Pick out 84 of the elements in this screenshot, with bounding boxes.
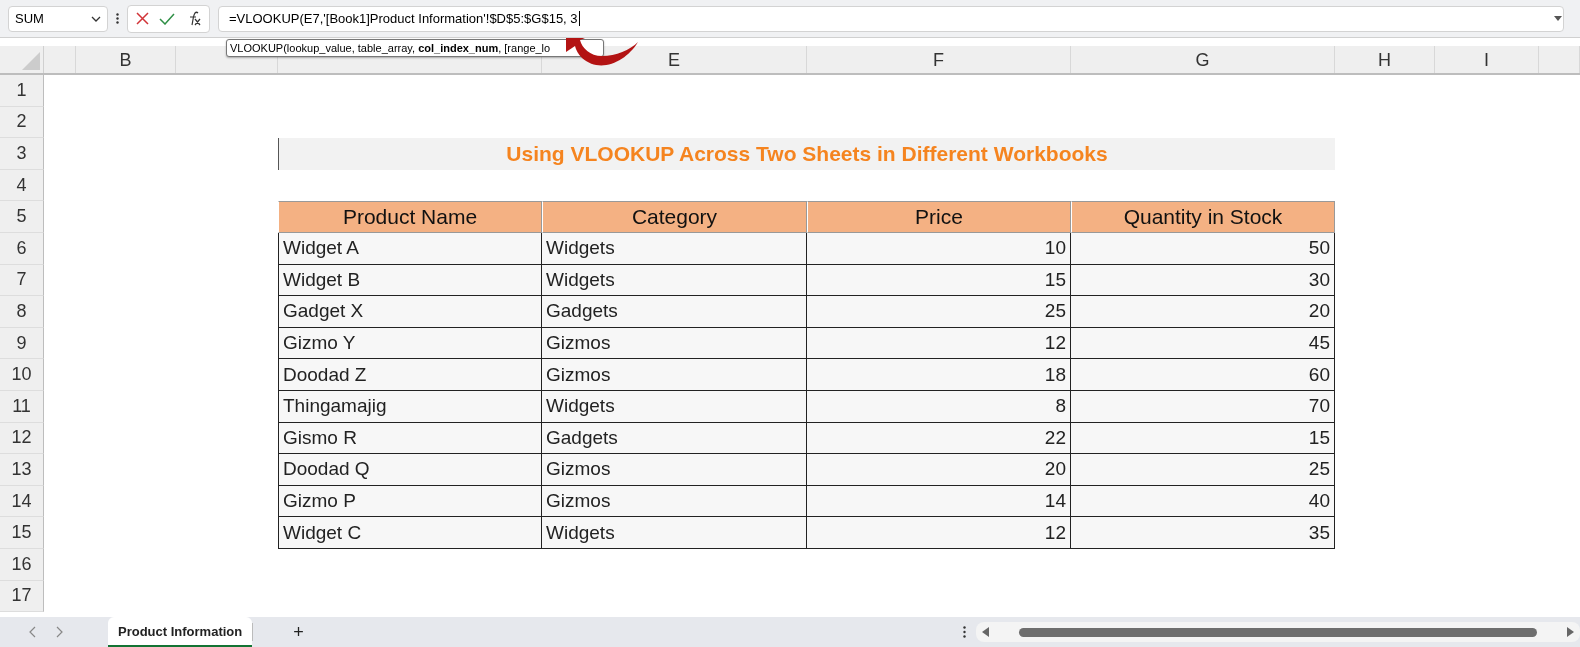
column-header[interactable]: B — [119, 50, 132, 71]
table-cell: 50 — [1071, 232, 1335, 265]
table-cell: 22 — [807, 422, 1071, 455]
table-cell: 15 — [807, 264, 1071, 297]
name-box[interactable]: SUM — [8, 5, 108, 32]
table-cell: 25 — [807, 296, 1071, 328]
table-cell: Gizmos — [542, 327, 807, 360]
expand-icon[interactable] — [1554, 16, 1562, 21]
row-number[interactable]: 4 — [0, 169, 44, 202]
enter-icon[interactable] — [159, 12, 175, 25]
add-sheet-button[interactable]: + — [289, 621, 308, 643]
row-number[interactable]: 8 — [0, 296, 44, 328]
function-tooltip: VLOOKUP(lookup_value, table_array, col_index_num, [range_lo — [226, 39, 604, 57]
table-cell: Gizmos — [542, 454, 807, 486]
more-options-icon[interactable] — [116, 13, 119, 24]
sheet-title: Using VLOOKUP Across Two Sheets in Different Workbooks — [506, 142, 1108, 166]
table-cell: Gizmo P — [278, 485, 542, 518]
table-cell: 30 — [1071, 264, 1335, 297]
row-number[interactable]: 3 — [0, 138, 44, 170]
table-cell: 10 — [807, 232, 1071, 265]
table-header: Product Name — [278, 201, 542, 233]
table-cell: Widgets — [542, 390, 807, 423]
table-header: Price — [807, 201, 1071, 233]
row-number[interactable]: 13 — [0, 454, 44, 486]
table-cell: Widgets — [542, 517, 807, 549]
dropdown-icon — [91, 15, 101, 22]
table-cell: Gismo R — [278, 422, 542, 455]
row-number[interactable]: 6 — [0, 232, 44, 265]
row-number[interactable]: 15 — [0, 517, 44, 549]
next-sheet-icon[interactable] — [56, 626, 64, 638]
row-number[interactable]: 16 — [0, 548, 44, 581]
formula-field[interactable]: =VLOOKUP(E7,'[Book1]Product Information'!$D$5:$G$15, 3 — [218, 5, 1564, 32]
table-cell: Widget C — [278, 517, 542, 549]
table-header: Quantity in Stock — [1071, 201, 1335, 233]
table-cell: Widgets — [542, 232, 807, 265]
table-cell: 12 — [807, 327, 1071, 360]
table-cell: Widget B — [278, 264, 542, 297]
row-number[interactable]: 17 — [0, 580, 44, 613]
row-number[interactable]: 10 — [0, 359, 44, 391]
table-cell: Doodad Q — [278, 454, 542, 486]
column-header[interactable]: G — [1195, 50, 1210, 71]
table-cell: 15 — [1071, 422, 1335, 455]
table-cell: Gizmo Y — [278, 327, 542, 360]
table-cell: 60 — [1071, 359, 1335, 391]
table-cell: Gadgets — [542, 422, 807, 455]
table-cell: 35 — [1071, 517, 1335, 549]
table-cell: Widgets — [542, 264, 807, 297]
scroll-right-icon[interactable] — [1567, 627, 1574, 637]
row-number[interactable]: 2 — [0, 106, 44, 139]
table-cell: 25 — [1071, 454, 1335, 486]
table-cell: Gizmos — [542, 485, 807, 518]
scroll-left-icon[interactable] — [982, 627, 989, 637]
horizontal-scrollbar[interactable] — [976, 622, 1580, 642]
table-cell: 45 — [1071, 327, 1335, 360]
row-number[interactable]: 12 — [0, 422, 44, 455]
table-cell: Thingamajig — [278, 390, 542, 423]
row-number[interactable]: 11 — [0, 390, 44, 423]
table-cell: 8 — [807, 390, 1071, 423]
table-cell: 20 — [1071, 296, 1335, 328]
row-number[interactable]: 1 — [0, 75, 44, 107]
previous-sheet-icon[interactable] — [28, 626, 36, 638]
table-cell: 40 — [1071, 485, 1335, 518]
column-header[interactable]: F — [933, 50, 944, 71]
table-cell: 18 — [807, 359, 1071, 391]
table-cell: Widget A — [278, 232, 542, 265]
table-cell: 20 — [807, 454, 1071, 486]
cancel-icon[interactable] — [136, 12, 149, 25]
column-header[interactable]: I — [1484, 50, 1489, 71]
column-header[interactable]: E — [668, 50, 680, 71]
table-cell: Gadget X — [278, 296, 542, 328]
table-cell: 14 — [807, 485, 1071, 518]
table-cell: 70 — [1071, 390, 1335, 423]
table-header: Category — [542, 201, 807, 233]
table-cell: Doodad Z — [278, 359, 542, 391]
row-number[interactable]: 14 — [0, 485, 44, 518]
sheet-tab[interactable]: Product Information — [108, 617, 253, 647]
column-header[interactable]: H — [1378, 50, 1391, 71]
more-options-icon[interactable] — [963, 626, 966, 638]
table-cell: 12 — [807, 517, 1071, 549]
table-cell: Gizmos — [542, 359, 807, 391]
row-number[interactable]: 5 — [0, 201, 44, 233]
row-number[interactable]: 9 — [0, 327, 44, 360]
table-cell: Gadgets — [542, 296, 807, 328]
row-number[interactable]: 7 — [0, 264, 44, 297]
